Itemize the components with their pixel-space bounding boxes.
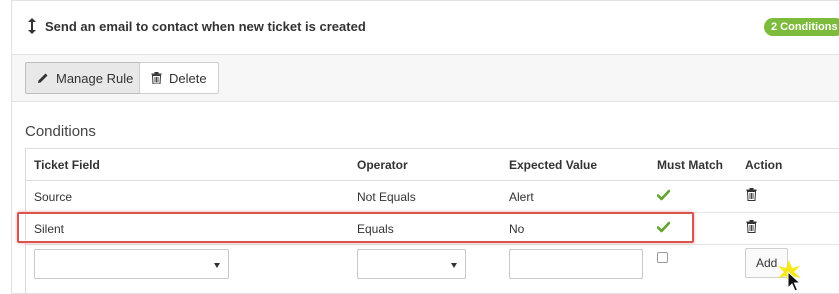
column-action: Action (745, 158, 783, 172)
delete-rule-label: Delete (169, 70, 207, 86)
checkmark-icon (657, 221, 670, 233)
trash-icon[interactable] (746, 220, 757, 233)
delete-rule-button[interactable]: Delete (139, 62, 219, 94)
row-operator: Equals (357, 222, 394, 236)
row-operator: Not Equals (357, 190, 416, 204)
chevron-down-icon (214, 263, 220, 268)
move-vertical-icon[interactable] (27, 18, 37, 34)
trash-icon[interactable] (746, 188, 757, 201)
row-expected-value: No (509, 222, 525, 236)
column-expected-value: Expected Value (509, 158, 598, 172)
checkmark-icon (657, 189, 670, 201)
conditions-count-badge: 2 Conditions (764, 18, 839, 36)
rule-title: Send an email to contact when new ticket… (45, 18, 366, 34)
row-field: Source (34, 190, 73, 204)
pencil-icon (38, 73, 48, 83)
operator-select[interactable] (357, 249, 466, 279)
conditions-table-header: Ticket Field Operator Expected Value Mus… (26, 149, 839, 181)
new-condition-row: Add (26, 245, 839, 285)
manage-rule-label: Manage Rule (56, 70, 134, 86)
rule-panel: Send an email to contact when new ticket… (11, 0, 839, 294)
ticket-field-select[interactable] (34, 249, 229, 279)
cursor-icon (778, 260, 802, 292)
table-row: Silent Equals No (26, 213, 839, 245)
conditions-heading: Conditions (25, 123, 96, 140)
column-ticket-field: Ticket Field (34, 158, 100, 172)
rule-header: Send an email to contact when new ticket… (12, 1, 839, 55)
must-match-checkbox[interactable] (657, 252, 668, 263)
chevron-down-icon (451, 263, 457, 268)
conditions-table: Ticket Field Operator Expected Value Mus… (25, 148, 839, 294)
rule-toolbar: Manage Rule Delete (12, 55, 839, 102)
trash-icon (151, 72, 162, 84)
table-row: Source Not Equals Alert (26, 181, 839, 213)
manage-rule-button[interactable]: Manage Rule (25, 62, 146, 94)
expected-value-input[interactable] (509, 249, 643, 279)
column-operator: Operator (357, 158, 408, 172)
row-expected-value: Alert (509, 190, 534, 204)
column-must-match: Must Match (657, 158, 723, 172)
rule-title-row[interactable]: Send an email to contact when new ticket… (27, 18, 366, 34)
row-field: Silent (34, 222, 65, 236)
